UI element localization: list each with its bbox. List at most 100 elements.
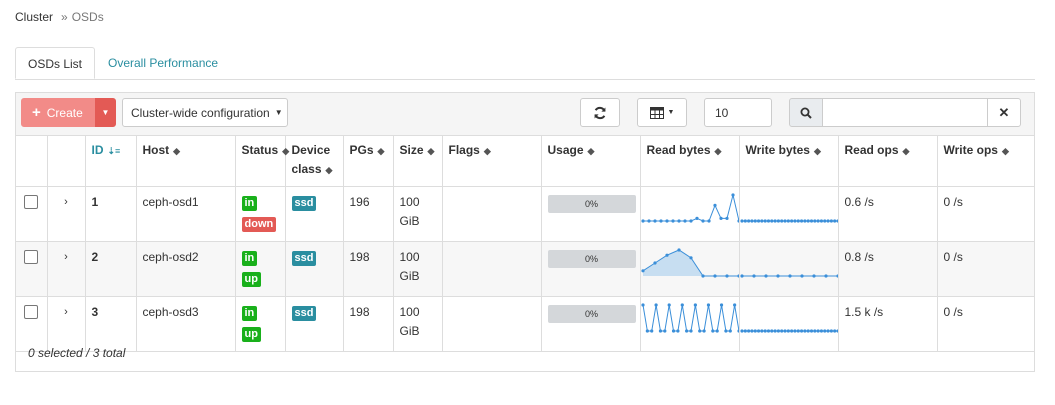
cell-status: in up [235,241,286,297]
sparkline-point [763,219,767,223]
tab-osds-list[interactable]: OSDs List [15,47,95,79]
sort-icon: ◆ [427,146,435,156]
sparkline-point [792,219,797,223]
search-group: ✕ [789,98,1021,127]
sparkline-point [799,219,803,223]
sparkline-point [766,329,770,333]
sparkline-point [802,219,806,223]
sparkline-point [732,303,736,307]
sparkline-point [701,329,706,333]
column-header-host[interactable]: Host ◆ [136,135,236,187]
column-header-status[interactable]: Status ◆ [235,135,289,187]
cell-write-bytes [739,241,839,297]
table-row[interactable]: › 2 ceph-osd2 in up ssd 198 100 GiB 0% 0.… [16,241,1034,297]
refresh-icon [594,106,606,119]
sparkline-point [724,216,729,220]
sparkline-point [825,329,830,333]
cell-read-bytes [640,186,740,242]
sparkline-point [719,303,723,307]
sparkline-point [652,219,657,223]
sparkline-point [646,219,651,223]
sparkline-point [694,216,699,220]
device-class-badge: ssd [291,306,317,321]
column-header-read-ops[interactable]: Read ops ◆ [838,135,938,187]
sparkline-point [706,219,711,223]
page-size-input[interactable]: 10 [704,98,772,127]
cell-id: 1 [85,186,137,242]
table-header-row: ID ⇣≡ Host ◆ Status ◆ Device class ◆ PGs ◆ Si… [16,135,1034,187]
search-input[interactable] [822,98,988,127]
sparkline-point [812,219,816,223]
column-header-write-ops[interactable]: Write ops ◆ [937,135,1034,187]
sort-icon: ◆ [813,146,821,156]
column-header-usage[interactable]: Usage ◆ [541,135,641,187]
column-header-pgs[interactable]: PGs ◆ [343,135,394,187]
row-checkbox[interactable] [24,305,38,319]
create-button[interactable]: + Create [21,98,95,127]
sparkline-point [832,219,836,223]
tab-overall-performance[interactable]: Overall Performance [96,47,230,79]
chevron-right-icon[interactable]: › [64,196,68,208]
chevron-right-icon[interactable]: › [64,306,68,318]
caret-down-icon: ▼ [101,108,110,117]
row-expand-cell: › [47,186,86,242]
cell-status: in down [235,186,286,242]
sparkline-point [799,274,804,278]
sparkline-line [642,304,739,332]
sparkline-point [749,219,754,223]
create-label: Create [46,105,83,120]
sparkline-point [799,329,803,333]
refresh-button[interactable] [580,98,620,127]
sort-icon: ◆ [282,146,290,156]
osd-table-panel: + Create ▼ Cluster-wide configuration ▼ [15,92,1035,372]
sparkline-point [786,219,790,223]
write-bytes-sparkline [739,219,838,223]
sparkline-point [676,219,681,223]
row-checkbox[interactable] [24,250,38,264]
cell-pgs: 198 [343,241,394,297]
sparkline-point [816,329,820,333]
sparkline-point [832,329,836,333]
column-header-write-bytes[interactable]: Write bytes ◆ [739,135,839,187]
column-header-device-class[interactable]: Device class ◆ [285,135,344,187]
sparkline-point [773,219,777,223]
cell-size: 100 GiB [393,241,443,297]
read-bytes-sparkline [640,248,739,278]
sparkline-point [753,219,757,223]
cell-flags [442,186,542,242]
column-header-id[interactable]: ID ⇣≡ [85,135,137,187]
column-header-size[interactable]: Size ◆ [393,135,443,187]
column-header-flags[interactable]: Flags ◆ [442,135,542,187]
sparkline-point [835,219,838,223]
sparkline-point [806,329,810,333]
column-header-read-bytes[interactable]: Read bytes ◆ [640,135,740,187]
sparkline-point [645,329,649,333]
sparkline-point [697,329,701,333]
sparkline-point [835,329,838,333]
sparkline-point [680,303,684,307]
sort-icon: ◆ [587,146,595,156]
cell-read-ops: 0.6 /s [838,186,938,242]
breadcrumb-cluster-link[interactable]: Cluster [15,10,53,24]
sparkline-point [723,329,728,333]
row-checkbox[interactable] [24,195,38,209]
column-selector-button[interactable]: ▼ [637,98,687,127]
read-bytes-sparkline [640,303,739,333]
sparkline-point [779,219,783,223]
cluster-wide-configuration-dropdown[interactable]: Cluster-wide configuration ▼ [122,98,288,127]
sparkline-point [809,219,813,223]
create-dropdown-toggle[interactable]: ▼ [95,98,116,127]
cell-pgs: 196 [343,186,394,242]
sparkline-point [759,329,763,333]
sort-icon: ◆ [483,146,491,156]
device-class-badge: ssd [291,251,317,266]
table-row[interactable]: › 1 ceph-osd1 in down ssd 196 100 GiB 0% … [16,186,1034,242]
sparkline-point [816,219,820,223]
search-addon [789,98,823,127]
sparkline-point [773,329,777,333]
clear-search-button[interactable]: ✕ [987,98,1021,127]
chevron-right-icon[interactable]: › [64,251,68,263]
sparkline-point [779,329,783,333]
sparkline-point [756,219,760,223]
sort-icon: ◆ [173,146,181,156]
